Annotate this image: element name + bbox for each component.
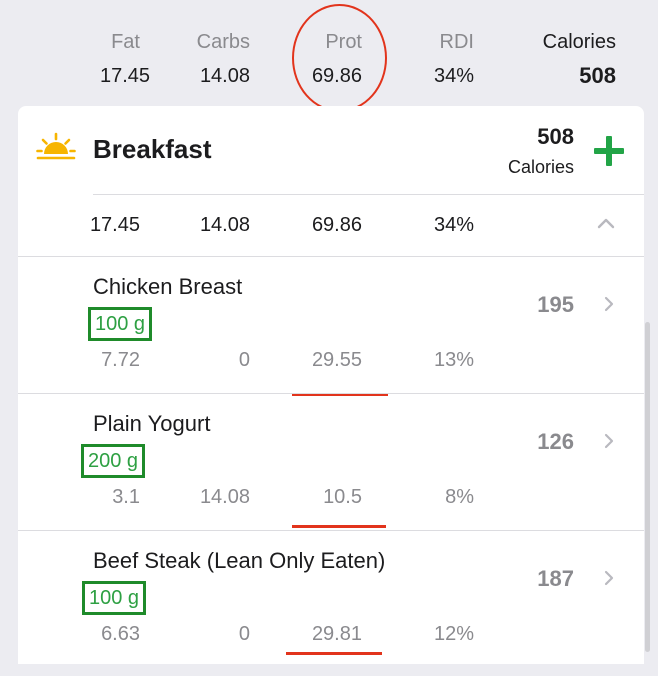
- header-rdi-label: RDI: [439, 31, 474, 53]
- header-fat: Fat 17.45: [100, 30, 151, 88]
- nutrition-totals-header: Fat 17.45 Carbs 14.08 Prot 69.86 RDI 34%…: [0, 0, 658, 112]
- chevron-right-icon: [604, 570, 614, 586]
- divider: [18, 393, 644, 394]
- protein-underline-annotation: [292, 525, 386, 528]
- breakfast-meal-card: Breakfast 508 Calories 17.45 14.08 69.86…: [18, 106, 644, 664]
- summary-fat: 17.45: [89, 214, 140, 236]
- meal-title: Breakfast: [93, 134, 212, 164]
- header-rdi-value: 34%: [433, 65, 474, 87]
- food-calories: 187: [537, 566, 574, 591]
- food-fat: 3.1: [112, 486, 140, 508]
- food-fat: 7.72: [101, 349, 140, 371]
- food-prot: 29.81: [311, 623, 362, 645]
- meal-calories-value: 508: [537, 124, 574, 149]
- food-calories: 126: [537, 429, 574, 454]
- food-row-beef-steak[interactable]: Beef Steak (Lean Only Eaten) 100 g 6.63 …: [18, 532, 644, 664]
- food-rdi: 12%: [433, 623, 474, 645]
- divider: [18, 256, 644, 257]
- add-food-button[interactable]: [592, 134, 626, 168]
- header-calories-label: Calories: [542, 31, 616, 53]
- protein-highlight-annotation: [292, 4, 387, 112]
- food-calories: 195: [537, 292, 574, 317]
- header-carbs-value: 14.08: [199, 65, 250, 87]
- protein-underline-annotation: [286, 652, 382, 655]
- food-carbs: 14.08: [199, 486, 250, 508]
- chevron-up-icon[interactable]: [596, 216, 616, 230]
- food-quantity: 100 g: [82, 581, 147, 615]
- scrollbar[interactable]: [645, 322, 650, 652]
- header-fat-label: Fat: [111, 31, 140, 53]
- food-fat: 6.63: [101, 623, 140, 645]
- food-rdi: 13%: [433, 349, 474, 371]
- divider: [18, 530, 644, 531]
- food-rdi: 8%: [445, 486, 474, 508]
- header-carbs-label: Carbs: [196, 31, 250, 53]
- header-calories-value: 508: [579, 63, 616, 88]
- header-rdi: RDI 34%: [420, 30, 474, 88]
- sunrise-icon: [36, 132, 76, 160]
- food-quantity: 200 g: [81, 444, 146, 478]
- chevron-right-icon: [604, 433, 614, 449]
- food-row-chicken-breast[interactable]: Chicken Breast 100 g 7.72 0 29.55 13% 19…: [18, 258, 644, 396]
- summary-prot: 69.86: [311, 214, 362, 236]
- meal-calories-label: Calories: [507, 157, 574, 177]
- food-name: Chicken Breast: [93, 274, 243, 299]
- summary-carbs: 14.08: [199, 214, 250, 236]
- food-name: Plain Yogurt: [93, 411, 211, 436]
- header-calories: Calories 508: [510, 30, 616, 88]
- header-carbs: Carbs 14.08: [180, 30, 250, 88]
- food-carbs: 0: [238, 349, 250, 371]
- food-carbs: 0: [238, 623, 250, 645]
- meal-summary-row: 17.45 14.08 69.86 34%: [18, 194, 644, 256]
- food-name: Beef Steak (Lean Only Eaten): [93, 548, 386, 573]
- chevron-right-icon: [604, 296, 614, 312]
- meal-header[interactable]: Breakfast 508 Calories: [18, 106, 644, 194]
- header-fat-value: 17.45: [100, 65, 151, 87]
- summary-rdi: 34%: [433, 214, 474, 236]
- food-quantity: 100 g: [88, 307, 153, 341]
- food-prot: 29.55: [311, 349, 362, 371]
- food-prot: 10.5: [323, 486, 362, 508]
- food-row-plain-yogurt[interactable]: Plain Yogurt 200 g 3.1 14.08 10.5 8% 126: [18, 395, 644, 531]
